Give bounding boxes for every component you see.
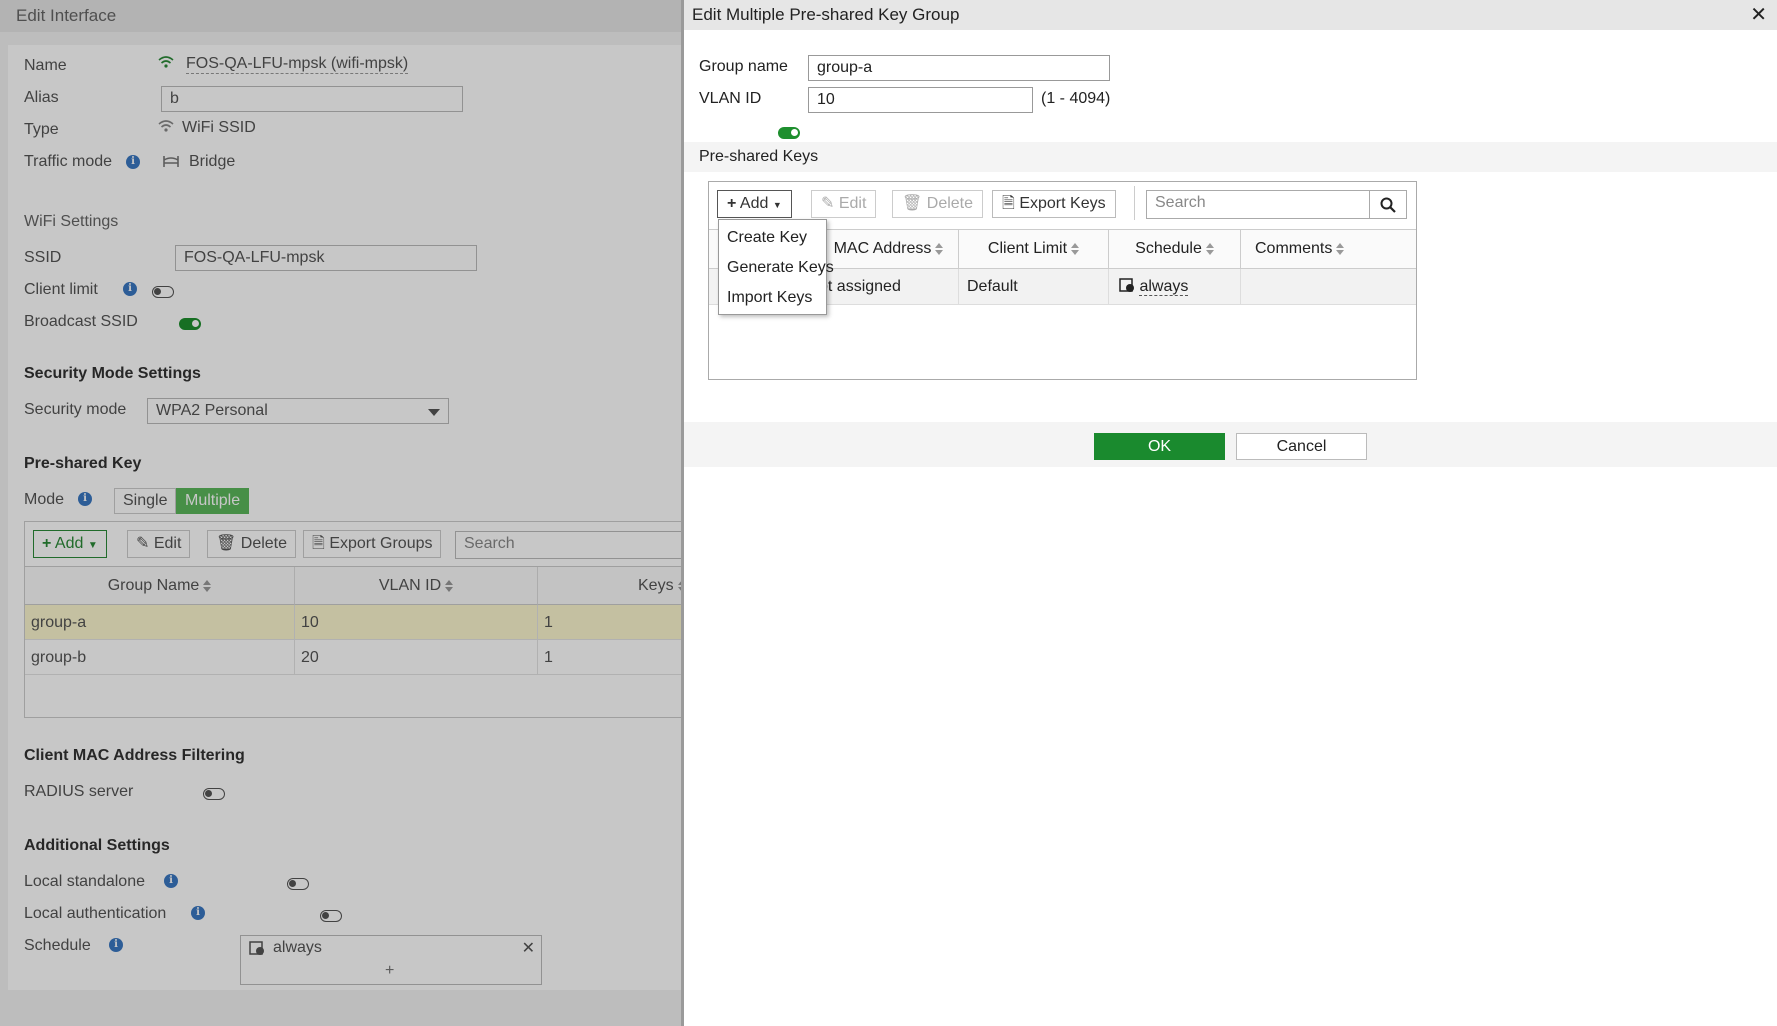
calendar-clock-icon	[1119, 278, 1134, 292]
ok-button[interactable]: OK	[1094, 433, 1225, 460]
column-header-schedule[interactable]: Schedule	[1109, 230, 1241, 268]
vlan-id-toggle[interactable]	[778, 126, 800, 139]
comments-cell	[1241, 269, 1416, 305]
psk-section-title: Pre-shared Keys	[699, 148, 819, 165]
pencil-icon: ✎	[821, 195, 835, 212]
keys-search-input[interactable]: Search	[1146, 190, 1370, 219]
add-key-button[interactable]: + Add ▼	[717, 190, 792, 218]
sort-icon	[1336, 243, 1345, 255]
modal-overlay[interactable]	[0, 0, 681, 1026]
mac-address-cell: ot assigned	[819, 269, 959, 305]
vlan-id-input[interactable]: 10	[808, 87, 1033, 113]
column-header-client-limit[interactable]: Client Limit	[959, 230, 1109, 268]
document-icon: 🗎	[1002, 195, 1015, 212]
export-keys-button[interactable]: 🗎 Export Keys	[992, 190, 1116, 218]
plus-icon: +	[727, 195, 737, 212]
search-icon	[1380, 197, 1396, 213]
dialog-footer	[684, 422, 1777, 467]
cancel-button[interactable]: Cancel	[1236, 433, 1367, 460]
sort-icon	[1071, 243, 1080, 255]
search-button[interactable]	[1369, 190, 1407, 219]
vlan-id-label: VLAN ID	[699, 90, 762, 107]
trash-icon: 🗑	[902, 195, 923, 212]
dialog-title: Edit Multiple Pre-shared Key Group	[692, 5, 960, 24]
menu-item-generate-keys[interactable]: Generate Keys	[719, 253, 834, 283]
column-header-mac-address[interactable]: MAC Address	[819, 230, 959, 268]
delete-key-button[interactable]: 🗑 Delete	[892, 190, 984, 218]
sort-icon	[1205, 243, 1214, 255]
menu-item-import-keys[interactable]: Import Keys	[719, 283, 826, 313]
psk-keys-grid: + Add ▼ ✎ Edit 🗑 Delete 🗎 Export Keys Se…	[708, 181, 1417, 380]
edit-key-button[interactable]: ✎ Edit	[811, 190, 877, 218]
caret-down-icon: ▼	[772, 200, 782, 210]
menu-item-create-key[interactable]: Create Key	[719, 223, 826, 253]
schedule-cell: always	[1109, 269, 1241, 305]
group-name-label: Group name	[699, 58, 788, 75]
column-header-comments[interactable]: Comments	[1241, 230, 1416, 268]
schedule-link[interactable]: always	[1139, 278, 1189, 296]
edit-mpsk-group-dialog: Edit Multiple Pre-shared Key Group ✕ Gro…	[681, 0, 1777, 1026]
dialog-header: Edit Multiple Pre-shared Key Group ✕	[684, 0, 1777, 30]
close-icon[interactable]: ✕	[1750, 0, 1767, 30]
client-limit-cell: Default	[959, 269, 1109, 305]
add-dropdown-menu: Create Key Generate Keys Import Keys	[718, 219, 834, 315]
psk-section-band: Pre-shared Keys	[684, 142, 1777, 172]
vlan-range-hint: (1 - 4094)	[1041, 90, 1111, 107]
sort-icon	[935, 243, 944, 255]
group-name-input[interactable]: group-a	[808, 55, 1110, 81]
toolbar-divider	[1134, 186, 1135, 220]
